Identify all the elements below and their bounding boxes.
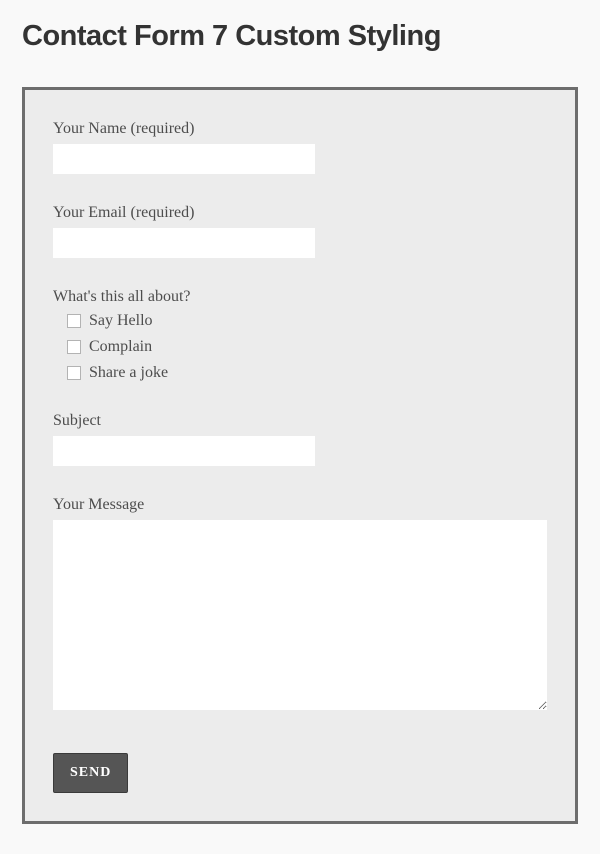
email-field-group: Your Email (required) [53,204,547,258]
topic-label: What's this all about? [53,288,547,306]
topic-checkbox-complain[interactable] [67,340,81,354]
topic-checkbox-say-hello[interactable] [67,314,81,328]
subject-input[interactable] [53,436,315,466]
message-field-group: Your Message [53,496,547,715]
topic-option-row: Say Hello [67,312,547,330]
message-textarea[interactable] [53,520,547,710]
send-button[interactable]: SEND [53,753,128,793]
topic-checkbox-share-joke[interactable] [67,366,81,380]
subject-field-group: Subject [53,412,547,466]
name-input[interactable] [53,144,315,174]
contact-form: Your Name (required) Your Email (require… [22,87,578,824]
topic-checkbox-label[interactable]: Say Hello [89,312,153,330]
email-label: Your Email (required) [53,204,547,222]
message-label: Your Message [53,496,547,514]
subject-label: Subject [53,412,547,430]
topic-checkbox-label[interactable]: Share a joke [89,364,168,382]
name-field-group: Your Name (required) [53,120,547,174]
topic-checkbox-label[interactable]: Complain [89,338,152,356]
topic-option-row: Complain [67,338,547,356]
topic-option-row: Share a joke [67,364,547,382]
name-label: Your Name (required) [53,120,547,138]
topic-field-group: What's this all about? Say Hello Complai… [53,288,547,382]
page-title: Contact Form 7 Custom Styling [22,20,578,53]
topic-checkbox-list: Say Hello Complain Share a joke [67,312,547,382]
email-input[interactable] [53,228,315,258]
